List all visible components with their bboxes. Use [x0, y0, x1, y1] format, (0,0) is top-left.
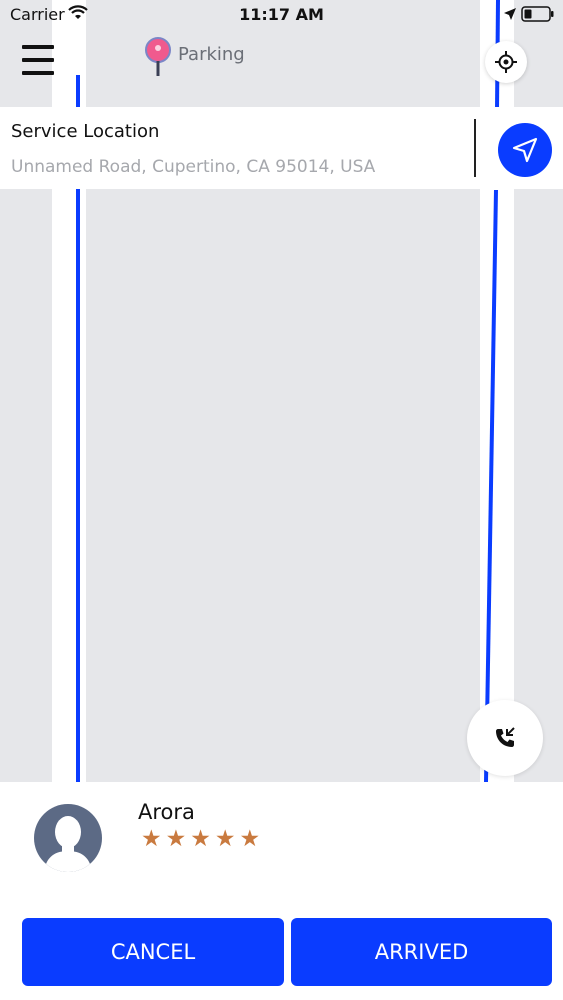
navigation-arrow-icon — [512, 137, 538, 163]
gps-target-icon — [495, 51, 517, 73]
driver-bottom-sheet: Arora ★★★★★ CANCEL ARRIVED — [0, 782, 563, 1000]
avatar-silhouette-icon — [44, 816, 92, 872]
parking-pin-icon — [145, 37, 171, 76]
navigate-button[interactable] — [498, 123, 552, 177]
battery-icon — [521, 6, 554, 22]
avatar — [34, 804, 102, 872]
phone-call-icon — [496, 727, 515, 747]
call-button[interactable] — [467, 700, 543, 776]
hamburger-menu-icon[interactable] — [20, 42, 56, 78]
gps-locate-button[interactable] — [485, 41, 527, 83]
status-bar: Carrier 11:17 AM — [0, 0, 563, 30]
status-time: 11:17 AM — [239, 5, 324, 24]
driver-rating-stars: ★★★★★ — [141, 826, 265, 852]
driver-name: Arora — [138, 800, 195, 824]
card-divider — [474, 119, 476, 177]
arrived-button[interactable]: ARRIVED — [291, 918, 552, 986]
cancel-button[interactable]: CANCEL — [22, 918, 284, 986]
service-location-address: Unnamed Road, Cupertino, CA 95014, USA — [11, 157, 376, 177]
service-location-title: Service Location — [11, 121, 160, 142]
parking-poi-label: Parking — [178, 44, 245, 65]
location-arrow-icon — [504, 8, 516, 20]
service-location-card[interactable]: Service Location Unnamed Road, Cupertino… — [0, 107, 563, 189]
